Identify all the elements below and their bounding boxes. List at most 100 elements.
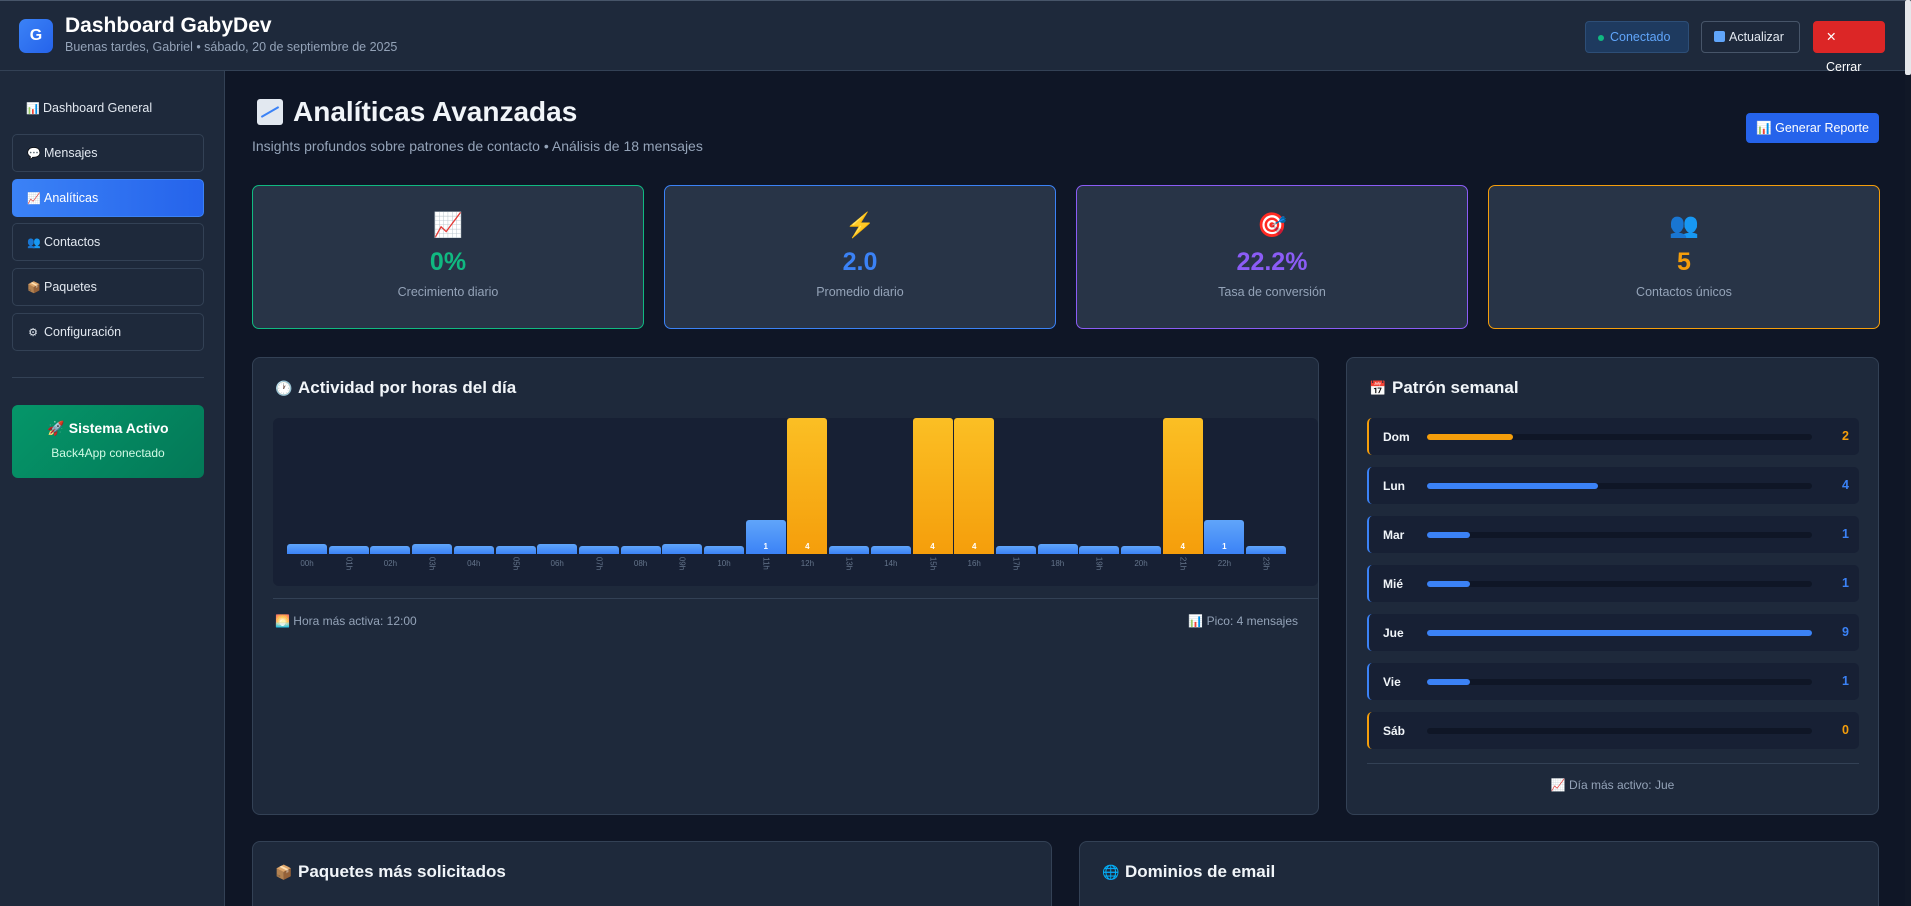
hour-bar-04h[interactable] [453,546,494,554]
weekday-progress-fill [1427,630,1812,636]
page-title-text: Analíticas Avanzadas [293,96,578,127]
weekday-progress-track [1427,728,1812,734]
chat-icon: 💬 [27,148,41,160]
generate-report-button[interactable]: 📊 Generar Reporte [1746,113,1879,143]
hour-bar-06h[interactable] [537,544,578,554]
calendar-icon: 📅 [1369,380,1387,396]
close-button[interactable]: ✕ Cerrar [1813,21,1885,74]
hour-tick-label: 15h [928,556,937,571]
app-header: G Dashboard GabyDev Buenas tardes, Gabri… [0,0,1905,74]
package-icon: 📦 [27,282,41,294]
weekday-row-1: Lun 4 [1367,467,1859,504]
sidebar-item-label: Analíticas [44,191,99,205]
packages-panel-title: 📦 Paquetes más solicitados [275,862,506,882]
sidebar-item-contactos[interactable]: 👥 Contactos [12,223,204,261]
weekday-label: Mié [1383,577,1404,591]
hour-tick-label: 11h [761,557,771,570]
weekday-count: 4 [1842,478,1849,492]
weekday-progress-track [1427,630,1812,636]
app-logo: G [19,19,53,53]
peak-messages: 📊 Pico: 4 mensajes [1188,614,1298,628]
clock-icon: 🕐 [275,380,293,396]
globe-icon: 🌐 [1102,864,1120,880]
users-icon: 👥 [1669,212,1699,239]
hour-bar-21h[interactable]: 4 [1162,418,1203,554]
package-icon: 📦 [275,864,293,880]
stat-label: Promedio diario [816,285,904,299]
weekday-row-6: Sáb 0 [1367,712,1859,749]
hourly-activity-panel: 🕐 Actividad por horas del día 00h 01h 02h 03… [252,357,1319,815]
weekday-progress-fill [1427,532,1470,538]
hour-tick-label: 13h [844,556,854,571]
page-scrollbar[interactable] [1905,0,1911,906]
weekday-label: Sáb [1383,724,1406,738]
hour-tick-label: 14h [884,559,898,568]
weekly-divider [1367,763,1859,764]
weekday-count: 1 [1842,527,1849,541]
weekday-label: Mar [1383,528,1405,542]
refresh-icon [1714,31,1725,42]
hour-bar-16h[interactable]: 4 [954,418,995,554]
hour-tick-label: 01h [344,556,354,571]
hourly-title-text: Actividad por horas del día [298,378,517,397]
page-title: Analíticas Avanzadas [257,96,577,128]
sidebar: 📊 Dashboard General 💬 Mensajes 📈 Analíticas… [0,71,225,906]
hour-bar-10h[interactable] [704,546,744,554]
weekday-row-4: Jue 9 [1367,614,1859,651]
sidebar-item-paquetes[interactable]: 📦 Paquetes [12,268,204,306]
sidebar-item-mensajes[interactable]: 💬 Mensajes [12,134,204,172]
most-active-day: 📈 Día más activo: Jue [1550,778,1675,792]
hour-tick-label: 06h [550,559,564,568]
target-icon: 🎯 [1257,212,1287,239]
weekday-progress-fill [1427,434,1513,440]
packages-title-text: Paquetes más solicitados [298,862,506,881]
weekday-progress-track [1427,434,1812,440]
hour-tick-label: 04h [467,559,481,568]
sidebar-divider [12,377,204,378]
page-subtitle: Insights profundos sobre patrones de con… [252,138,703,154]
refresh-button[interactable]: Actualizar [1701,21,1800,53]
hour-bar-18h[interactable] [1037,544,1078,554]
domains-panel-title: 🌐 Dominios de email [1102,862,1275,882]
hour-bar-15h[interactable]: 4 [912,418,953,554]
hour-tick-label: 00h [300,559,314,568]
greeting-text: Buenas tardes, Gabriel • sábado, 20 de s… [65,40,398,54]
hour-tick-label: 08h [633,559,648,568]
packages-panel: 📦 Paquetes más solicitados [252,841,1052,906]
hour-tick-label: 05h [511,556,520,571]
sidebar-item-configuracion[interactable]: ⚙ Configuración [12,313,204,351]
sidebar-item-dashboard[interactable]: 📊 Dashboard General [12,90,204,128]
hour-tick-label: 23h [1261,556,1271,571]
hour-tick-label: 10h [717,559,731,568]
stat-value: 22.2% [1236,248,1308,276]
sidebar-item-analiticas[interactable]: 📈 Analíticas [12,179,204,217]
hourly-panel-title: 🕐 Actividad por horas del día [275,378,516,398]
stat-value: 5 [1677,248,1691,276]
bar-value-label: 1 [1222,542,1227,551]
users-icon: 👥 [27,237,41,249]
hour-tick-label: 09h [677,556,687,571]
hour-bar-14h[interactable] [870,546,911,554]
hour-bar-20h[interactable] [1121,546,1161,554]
weekday-count: 1 [1842,576,1849,590]
chart-icon: 📊 [26,103,40,115]
hour-tick-label: 17h [1011,556,1021,571]
hour-bar-02h[interactable] [370,546,411,554]
hour-tick-label: 20h [1134,559,1148,568]
hour-bar-12h[interactable]: 4 [787,418,828,554]
sidebar-item-label: Mensajes [44,146,98,160]
gear-icon: ⚙ [28,327,38,339]
weekday-label: Dom [1383,430,1410,444]
hour-bar-00h[interactable] [287,544,327,554]
sidebar-item-label: Paquetes [44,280,97,294]
hour-bar-08h[interactable] [620,546,661,554]
hour-bar-22h[interactable]: 1 [1204,520,1245,554]
weekday-progress-track [1427,532,1812,538]
scrollbar-thumb[interactable] [1905,0,1911,75]
weekday-progress-fill [1427,581,1470,587]
stat-card-contacts: 👥 5 Contactos únicos [1488,185,1880,329]
hour-tick-label: 12h [800,559,815,568]
connection-status-button[interactable]: Conectado [1585,21,1689,53]
sidebar-item-label: Configuración [44,325,122,339]
weekday-count: 1 [1842,674,1849,688]
